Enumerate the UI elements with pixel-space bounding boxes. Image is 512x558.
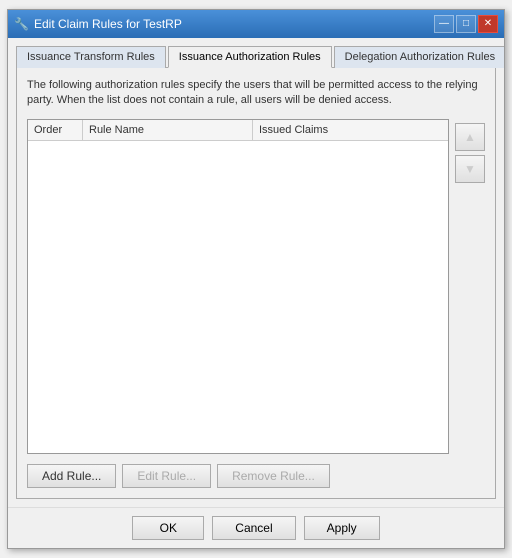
table-header: Order Rule Name Issued Claims	[28, 120, 448, 141]
title-bar: 🔧 Edit Claim Rules for TestRP — □ ✕	[8, 10, 504, 38]
window-body: Issuance Transform Rules Issuance Author…	[8, 38, 504, 507]
side-buttons: ▲ ▼	[455, 119, 485, 454]
tab-issuance-transform[interactable]: Issuance Transform Rules	[16, 46, 166, 68]
move-down-button[interactable]: ▼	[455, 155, 485, 183]
table-body[interactable]	[28, 141, 448, 453]
tab-content: The following authorization rules specif…	[16, 67, 496, 499]
column-header-issued-claims: Issued Claims	[253, 120, 448, 140]
remove-rule-button[interactable]: Remove Rule...	[217, 464, 330, 488]
minimize-button[interactable]: —	[434, 15, 454, 33]
main-window: 🔧 Edit Claim Rules for TestRP — □ ✕ Issu…	[7, 9, 505, 549]
edit-rule-button[interactable]: Edit Rule...	[122, 464, 211, 488]
table-area: Order Rule Name Issued Claims ▲ ▼	[27, 119, 485, 454]
column-header-order: Order	[28, 120, 83, 140]
arrow-down-icon: ▼	[464, 162, 476, 176]
column-header-rule-name: Rule Name	[83, 120, 253, 140]
tab-strip: Issuance Transform Rules Issuance Author…	[16, 46, 496, 68]
close-button[interactable]: ✕	[478, 15, 498, 33]
action-buttons: Add Rule... Edit Rule... Remove Rule...	[27, 464, 485, 488]
description-text: The following authorization rules specif…	[27, 78, 485, 109]
tab-delegation-auth[interactable]: Delegation Authorization Rules	[334, 46, 504, 68]
window-icon: 🔧	[14, 17, 28, 31]
add-rule-button[interactable]: Add Rule...	[27, 464, 116, 488]
maximize-button[interactable]: □	[456, 15, 476, 33]
cancel-button[interactable]: Cancel	[212, 516, 295, 540]
move-up-button[interactable]: ▲	[455, 123, 485, 151]
rules-table: Order Rule Name Issued Claims	[27, 119, 449, 454]
dialog-footer: OK Cancel Apply	[8, 507, 504, 548]
window-title: Edit Claim Rules for TestRP	[34, 17, 182, 31]
ok-button[interactable]: OK	[132, 516, 204, 540]
tab-issuance-auth[interactable]: Issuance Authorization Rules	[168, 46, 332, 68]
apply-button[interactable]: Apply	[304, 516, 380, 540]
arrow-up-icon: ▲	[464, 130, 476, 144]
